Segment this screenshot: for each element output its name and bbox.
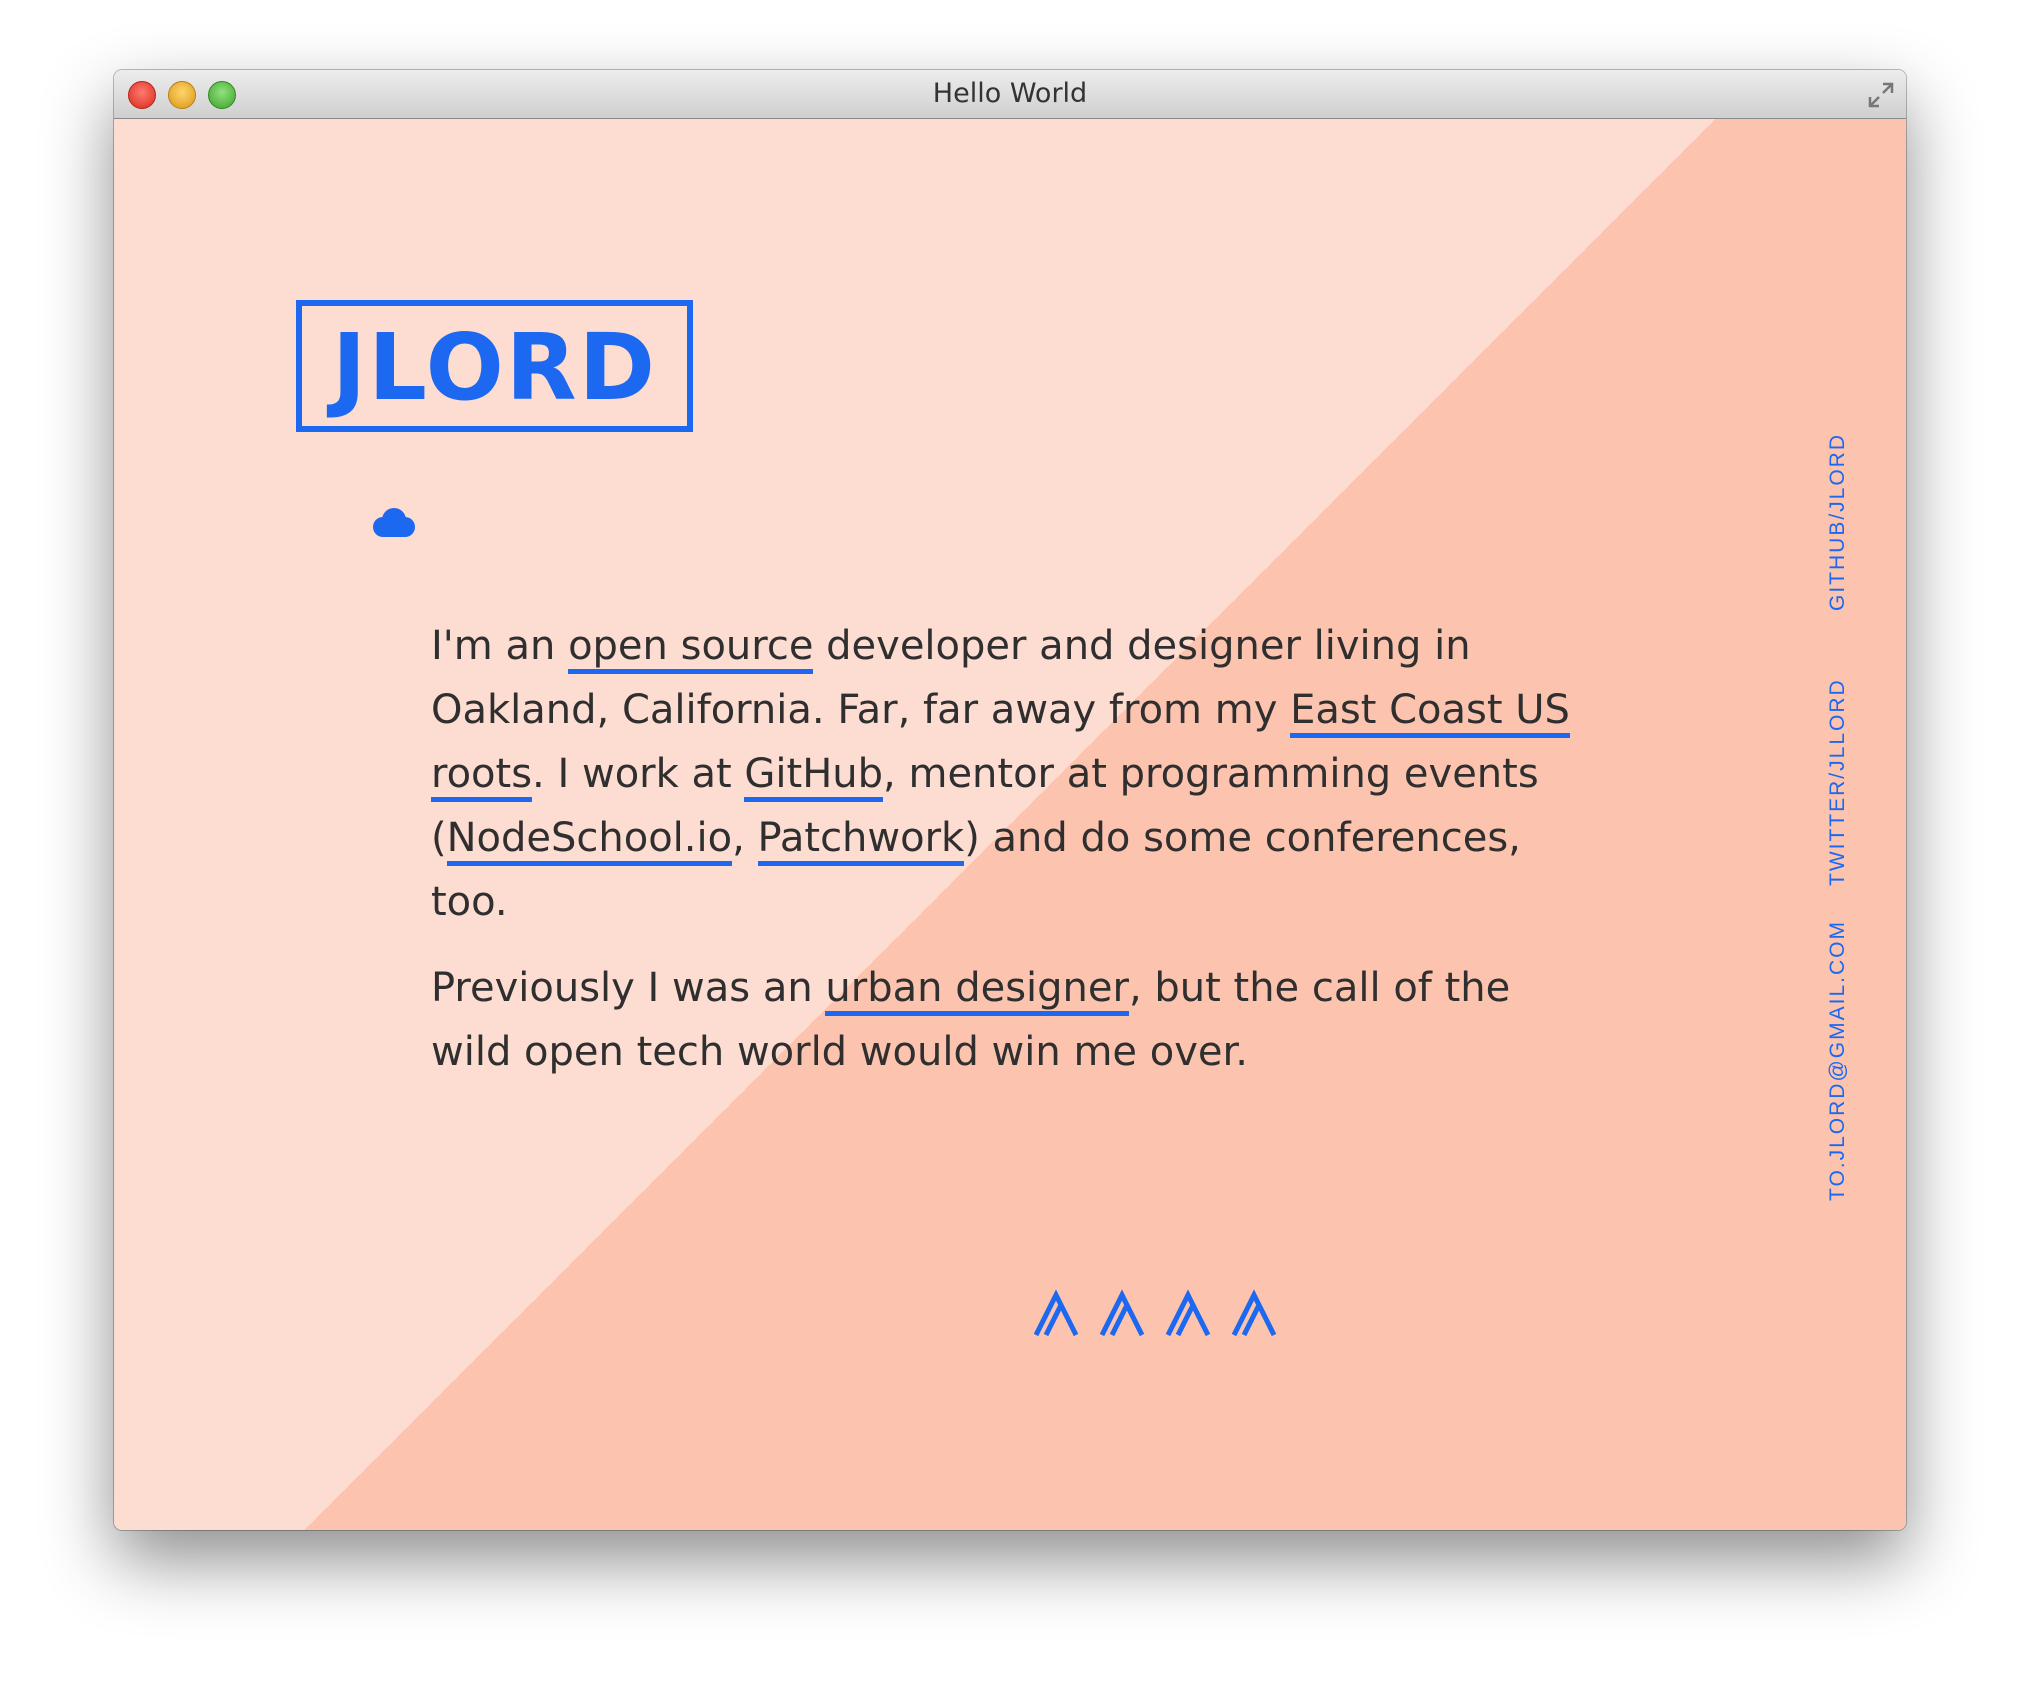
cloud-icon <box>373 508 415 537</box>
email-social-link[interactable]: TO.JLORD@GMAIL.COM <box>1826 920 1850 1201</box>
title-bar: Hello World <box>114 70 1906 119</box>
twitter-social-link[interactable]: TWITTER/JLLORD <box>1826 678 1850 886</box>
open-source-link[interactable]: open source <box>568 623 814 674</box>
site-logo[interactable]: JLORD <box>296 300 693 432</box>
app-window: Hello World JLORD I'm an open source dev… <box>114 70 1906 1530</box>
patchwork-link[interactable]: Patchwork <box>757 815 965 866</box>
nodeschool-link[interactable]: NodeSchool.io <box>446 815 733 866</box>
github-link[interactable]: GitHub <box>744 751 884 802</box>
mountains-icon <box>1034 1289 1277 1337</box>
fullscreen-icon[interactable] <box>1866 80 1896 110</box>
urban-designer-link[interactable]: urban designer <box>825 965 1129 1016</box>
github-social-link[interactable]: GITHUB/JLORD <box>1826 433 1850 611</box>
window-title: Hello World <box>932 78 1088 109</box>
page-content: JLORD I'm an open source developer and d… <box>114 119 1906 1530</box>
bio-paragraph-2: Previously I was an urban designer, but … <box>431 965 1511 1075</box>
bio-text: I'm an open source developer and designe… <box>431 614 1581 1106</box>
bio-paragraph-1: I'm an open source developer and designe… <box>431 623 1570 925</box>
